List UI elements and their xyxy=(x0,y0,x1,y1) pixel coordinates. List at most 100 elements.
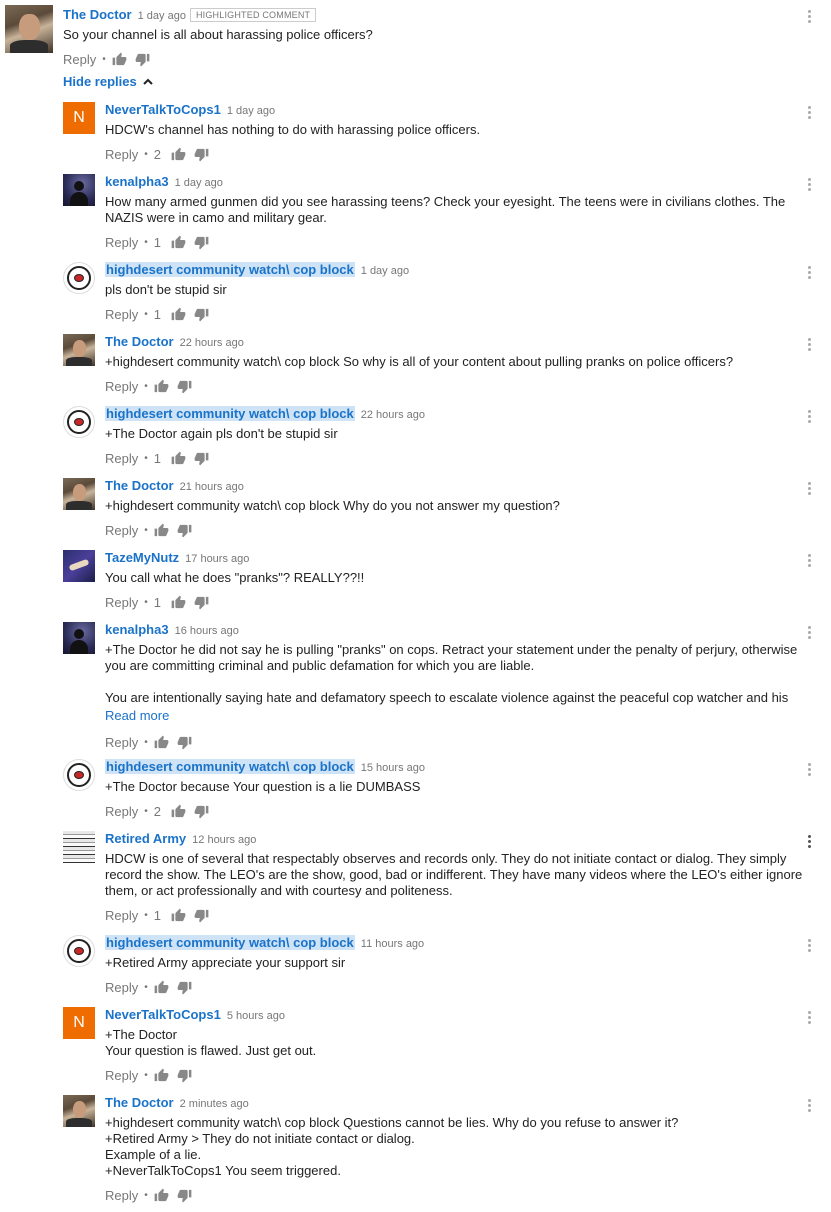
author-link[interactable]: The Doctor xyxy=(105,478,174,493)
thumb-down-icon[interactable] xyxy=(194,235,209,250)
thumb-up-icon[interactable] xyxy=(171,235,186,250)
kebab-menu-icon[interactable] xyxy=(804,1010,814,1026)
author-link[interactable]: NeverTalkToCops1 xyxy=(105,102,221,117)
thumb-down-icon[interactable] xyxy=(194,908,209,923)
reply-button[interactable]: Reply xyxy=(105,379,138,394)
author-link[interactable]: The Doctor xyxy=(105,1095,174,1110)
timestamp[interactable]: 22 hours ago xyxy=(180,337,244,349)
thumb-up-icon[interactable] xyxy=(154,980,169,995)
thumb-down-icon[interactable] xyxy=(177,735,192,750)
thumb-down-icon[interactable] xyxy=(194,451,209,466)
reply-button[interactable]: Reply xyxy=(105,147,138,162)
avatar[interactable] xyxy=(5,5,53,53)
avatar[interactable] xyxy=(63,935,95,967)
thumb-up-icon[interactable] xyxy=(171,307,186,322)
reply-button[interactable]: Reply xyxy=(63,52,96,67)
thumb-up-icon[interactable] xyxy=(154,735,169,750)
timestamp[interactable]: 17 hours ago xyxy=(185,553,249,565)
hide-replies-toggle[interactable]: Hide replies xyxy=(63,74,153,89)
thumb-down-icon[interactable] xyxy=(194,804,209,819)
author-link[interactable]: highdesert community watch\ cop block xyxy=(105,262,355,277)
kebab-menu-icon[interactable] xyxy=(804,481,814,497)
thumb-up-icon[interactable] xyxy=(154,1068,169,1083)
thumb-down-icon[interactable] xyxy=(177,1188,192,1203)
timestamp[interactable]: 2 minutes ago xyxy=(180,1098,249,1110)
kebab-menu-icon[interactable] xyxy=(804,762,814,778)
avatar[interactable] xyxy=(63,262,95,294)
avatar[interactable] xyxy=(63,831,95,863)
author-link[interactable]: kenalpha3 xyxy=(105,622,169,637)
read-more-link[interactable]: Read more xyxy=(105,708,169,723)
avatar[interactable] xyxy=(63,622,95,654)
kebab-menu-icon[interactable] xyxy=(804,9,814,25)
reply-button[interactable]: Reply xyxy=(105,595,138,610)
kebab-menu-icon[interactable] xyxy=(804,1098,814,1114)
author-link[interactable]: TazeMyNutz xyxy=(105,550,179,565)
avatar[interactable] xyxy=(63,1095,95,1127)
author-link[interactable]: The Doctor xyxy=(105,334,174,349)
author-link[interactable]: kenalpha3 xyxy=(105,174,169,189)
timestamp[interactable]: 21 hours ago xyxy=(180,481,244,493)
reply-button[interactable]: Reply xyxy=(105,451,138,466)
kebab-menu-icon[interactable] xyxy=(804,409,814,425)
author-link[interactable]: highdesert community watch\ cop block xyxy=(105,759,355,774)
reply-button[interactable]: Reply xyxy=(105,1188,138,1203)
thumb-up-icon[interactable] xyxy=(171,804,186,819)
thumb-up-icon[interactable] xyxy=(154,379,169,394)
thumb-down-icon[interactable] xyxy=(194,595,209,610)
reply-button[interactable]: Reply xyxy=(105,307,138,322)
thumb-down-icon[interactable] xyxy=(194,147,209,162)
avatar[interactable]: N xyxy=(63,1007,95,1039)
reply-button[interactable]: Reply xyxy=(105,980,138,995)
timestamp[interactable]: 22 hours ago xyxy=(361,409,425,421)
reply-button[interactable]: Reply xyxy=(105,235,138,250)
thumb-up-icon[interactable] xyxy=(171,451,186,466)
thumb-up-icon[interactable] xyxy=(112,52,127,67)
reply-button[interactable]: Reply xyxy=(105,908,138,923)
author-link[interactable]: highdesert community watch\ cop block xyxy=(105,935,355,950)
kebab-menu-icon[interactable] xyxy=(804,834,814,850)
avatar[interactable] xyxy=(63,174,95,206)
kebab-menu-icon[interactable] xyxy=(804,177,814,193)
reply-button[interactable]: Reply xyxy=(105,1068,138,1083)
thumb-down-icon[interactable] xyxy=(135,52,150,67)
kebab-menu-icon[interactable] xyxy=(804,938,814,954)
thumb-up-icon[interactable] xyxy=(154,1188,169,1203)
author-link[interactable]: The Doctor xyxy=(63,7,132,22)
timestamp[interactable]: 11 hours ago xyxy=(361,938,424,950)
kebab-menu-icon[interactable] xyxy=(804,553,814,569)
author-link[interactable]: NeverTalkToCops1 xyxy=(105,1007,221,1022)
thumb-down-icon[interactable] xyxy=(194,307,209,322)
kebab-menu-icon[interactable] xyxy=(804,625,814,641)
kebab-menu-icon[interactable] xyxy=(804,105,814,121)
timestamp[interactable]: 1 day ago xyxy=(138,10,186,22)
reply-button[interactable]: Reply xyxy=(105,804,138,819)
thumb-down-icon[interactable] xyxy=(177,980,192,995)
avatar[interactable] xyxy=(63,550,95,582)
author-link[interactable]: Retired Army xyxy=(105,831,186,846)
avatar[interactable] xyxy=(63,478,95,510)
avatar[interactable]: N xyxy=(63,102,95,134)
timestamp[interactable]: 1 day ago xyxy=(227,105,275,117)
thumb-up-icon[interactable] xyxy=(171,147,186,162)
timestamp[interactable]: 1 day ago xyxy=(361,265,409,277)
avatar[interactable] xyxy=(63,334,95,366)
kebab-menu-icon[interactable] xyxy=(804,265,814,281)
thumb-up-icon[interactable] xyxy=(171,595,186,610)
avatar[interactable] xyxy=(63,406,95,438)
thumb-up-icon[interactable] xyxy=(171,908,186,923)
thumb-down-icon[interactable] xyxy=(177,523,192,538)
timestamp[interactable]: 1 day ago xyxy=(175,177,223,189)
author-link[interactable]: highdesert community watch\ cop block xyxy=(105,406,355,421)
reply-button[interactable]: Reply xyxy=(105,523,138,538)
thumb-down-icon[interactable] xyxy=(177,379,192,394)
timestamp[interactable]: 16 hours ago xyxy=(175,625,239,637)
thumb-down-icon[interactable] xyxy=(177,1068,192,1083)
timestamp[interactable]: 5 hours ago xyxy=(227,1010,285,1022)
timestamp[interactable]: 15 hours ago xyxy=(361,762,425,774)
timestamp[interactable]: 12 hours ago xyxy=(192,834,256,846)
kebab-menu-icon[interactable] xyxy=(804,337,814,353)
thumb-up-icon[interactable] xyxy=(154,523,169,538)
avatar[interactable] xyxy=(63,759,95,791)
reply-button[interactable]: Reply xyxy=(105,735,138,750)
